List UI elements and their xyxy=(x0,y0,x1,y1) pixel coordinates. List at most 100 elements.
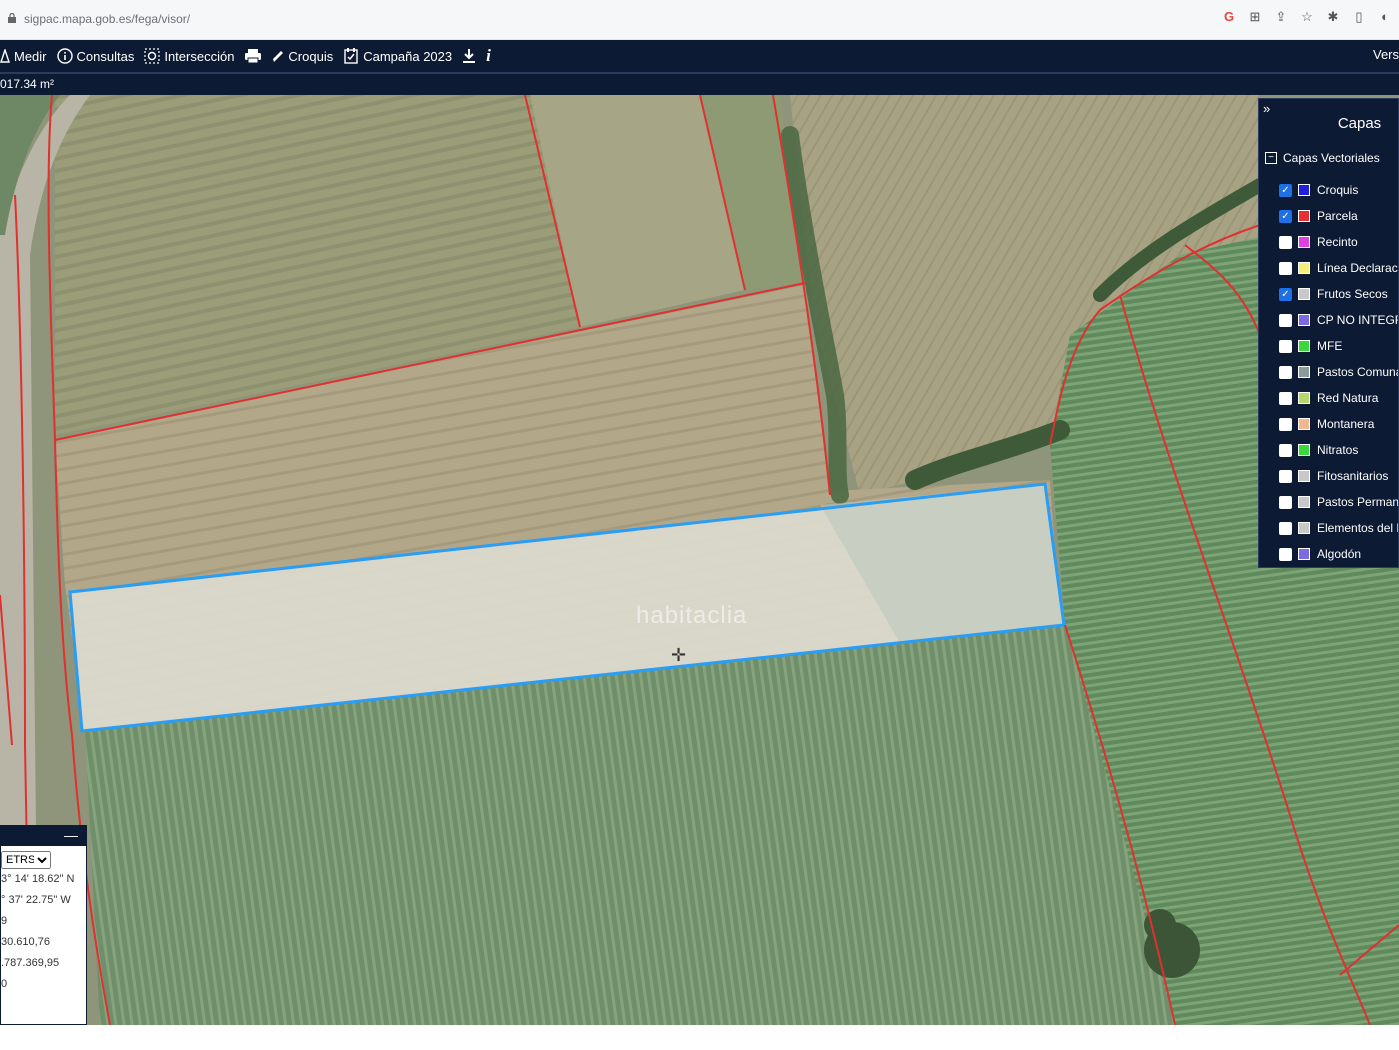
layer-label: Algodón xyxy=(1317,547,1362,561)
coordinate-x: 30.610,76 xyxy=(1,936,50,948)
layer-swatch xyxy=(1298,496,1310,508)
layer-item[interactable]: Fitosanitarios xyxy=(1279,463,1398,489)
layer-label: Elementos del P xyxy=(1317,521,1399,535)
avatar[interactable]: ◐ xyxy=(1377,9,1393,25)
share-icon[interactable]: ⇪ xyxy=(1273,9,1289,25)
layer-swatch xyxy=(1298,262,1310,274)
toolbar-label-intersection: Intersección xyxy=(164,48,235,64)
print-button[interactable] xyxy=(244,48,262,64)
layer-checkbox[interactable]: ✓ xyxy=(1279,287,1292,301)
browser-actions: G ⊞ ⇪ ☆ ✱ ▯ ◐ xyxy=(1221,9,1393,25)
layer-item[interactable]: ✓ Croquis xyxy=(1279,177,1398,203)
layer-swatch xyxy=(1298,522,1310,534)
measure-result-bar: 017.34 m² xyxy=(0,72,1399,95)
layer-checkbox[interactable] xyxy=(1279,495,1292,509)
layer-label: Pastos Perman xyxy=(1317,495,1399,509)
layer-swatch xyxy=(1298,418,1310,430)
layer-item[interactable]: Algodón xyxy=(1279,541,1398,567)
layer-swatch xyxy=(1298,340,1310,352)
aerial-imagery xyxy=(0,95,1399,1025)
layer-label: Nitratos xyxy=(1317,443,1359,457)
layer-item[interactable]: ✓ Frutos Secos xyxy=(1279,281,1398,307)
layer-item[interactable]: Línea Declaraci xyxy=(1279,255,1398,281)
download-button[interactable] xyxy=(462,48,476,64)
collapse-group-icon[interactable]: − xyxy=(1265,152,1277,164)
vector-layers-group[interactable]: − Capas Vectoriales xyxy=(1265,151,1380,165)
layer-checkbox[interactable] xyxy=(1279,313,1292,327)
toolbar-label-query: Consultas xyxy=(76,48,135,64)
layer-item[interactable]: Nitratos xyxy=(1279,437,1398,463)
toolbar-label-campaign: Campaña 2023 xyxy=(363,48,453,64)
map-view[interactable]: habitaclia ✛ xyxy=(0,95,1399,1025)
star-icon[interactable]: ☆ xyxy=(1299,9,1315,25)
layer-swatch xyxy=(1298,366,1310,378)
watermark-text: habitaclia xyxy=(636,602,748,629)
layer-label: MFE xyxy=(1317,339,1343,353)
crosshair-icon: ✛ xyxy=(671,645,687,665)
ruler-icon xyxy=(0,49,10,63)
calendar-check-icon xyxy=(343,48,359,64)
vector-layers-group-label: Capas Vectoriales xyxy=(1283,151,1380,165)
measure-tool-button[interactable]: Medir xyxy=(0,49,47,64)
page-footer xyxy=(0,1025,1399,1050)
layer-checkbox[interactable] xyxy=(1279,443,1292,457)
extensions-icon[interactable]: ✱ xyxy=(1325,9,1341,25)
address-url[interactable]: sigpac.mapa.gob.es/fega/visor/ xyxy=(24,12,190,26)
layer-item[interactable]: Red Natura xyxy=(1279,385,1398,411)
layer-swatch xyxy=(1298,548,1310,560)
layer-label: Recinto xyxy=(1317,235,1358,249)
layer-item[interactable]: MFE xyxy=(1279,333,1398,359)
projection-select[interactable]: ETRS89 xyxy=(1,851,51,869)
layer-label: Parcela xyxy=(1317,209,1358,223)
minimize-icon[interactable]: — xyxy=(64,827,78,843)
google-icon[interactable]: G xyxy=(1221,9,1237,25)
query-tool-button[interactable]: Consultas xyxy=(56,48,135,64)
lock-icon xyxy=(8,13,16,23)
about-button[interactable]: i xyxy=(486,46,491,66)
sketch-tool-button[interactable]: Croquis xyxy=(272,49,333,64)
info-circle-icon xyxy=(56,48,73,64)
coordinates-panel-header: — xyxy=(1,826,86,846)
layer-label: Frutos Secos xyxy=(1317,287,1388,301)
toolbar-label-sketch: Croquis xyxy=(288,48,334,64)
toolbar-label-measure: Medir xyxy=(14,48,47,64)
layer-item[interactable]: Pastos Comuna xyxy=(1279,359,1399,385)
layer-item[interactable]: Pastos Perman xyxy=(1279,489,1399,515)
info-icon: i xyxy=(486,46,491,65)
layer-checkbox[interactable] xyxy=(1279,391,1292,405)
layer-label: Red Natura xyxy=(1317,391,1379,405)
layer-item[interactable]: Recinto xyxy=(1279,229,1398,255)
layer-item[interactable]: CP NO INTEGRA xyxy=(1279,307,1398,333)
campaign-selector-button[interactable]: Campaña 2023 xyxy=(343,48,452,64)
layer-swatch xyxy=(1298,314,1310,326)
layer-checkbox[interactable] xyxy=(1279,417,1292,431)
collapse-panel-icon[interactable]: » xyxy=(1263,101,1270,116)
sidebar-icon[interactable]: ▯ xyxy=(1351,9,1367,25)
coordinate-z: 0 xyxy=(1,978,8,990)
layer-item[interactable]: Elementos del P xyxy=(1279,515,1399,541)
layer-swatch xyxy=(1298,444,1310,456)
layer-checkbox[interactable] xyxy=(1279,547,1292,561)
layer-checkbox[interactable] xyxy=(1279,365,1292,379)
layer-item[interactable]: Montanera xyxy=(1279,411,1398,437)
layer-swatch xyxy=(1298,470,1310,482)
layer-list: ✓ Croquis ✓ Parcela Recinto Línea Declarac… xyxy=(1279,177,1399,567)
layer-checkbox[interactable]: ✓ xyxy=(1279,209,1292,223)
layer-checkbox[interactable] xyxy=(1279,261,1292,275)
intersection-tool-button[interactable]: Intersección xyxy=(144,48,234,64)
layer-checkbox[interactable]: ✓ xyxy=(1279,183,1292,197)
version-link[interactable]: Vers xyxy=(1373,47,1399,62)
download-icon xyxy=(462,48,476,64)
layer-label: Croquis xyxy=(1317,183,1359,197)
layer-label: Pastos Comuna xyxy=(1317,365,1399,379)
layer-item[interactable]: ✓ Parcela xyxy=(1279,203,1398,229)
page: sigpac.mapa.gob.es/fega/visor/ G ⊞ ⇪ ☆ ✱… xyxy=(0,0,1399,1050)
layer-checkbox[interactable] xyxy=(1279,235,1292,249)
layer-checkbox[interactable] xyxy=(1279,339,1292,353)
coordinate-y: .787.369,95 xyxy=(1,957,60,969)
translate-icon[interactable]: ⊞ xyxy=(1247,9,1263,25)
layer-checkbox[interactable] xyxy=(1279,521,1292,535)
coordinates-panel: — ETRS89 3° 14' 18.62" N ° 37' 22.75" W … xyxy=(0,825,87,1025)
layer-swatch xyxy=(1298,392,1310,404)
layer-checkbox[interactable] xyxy=(1279,469,1292,483)
